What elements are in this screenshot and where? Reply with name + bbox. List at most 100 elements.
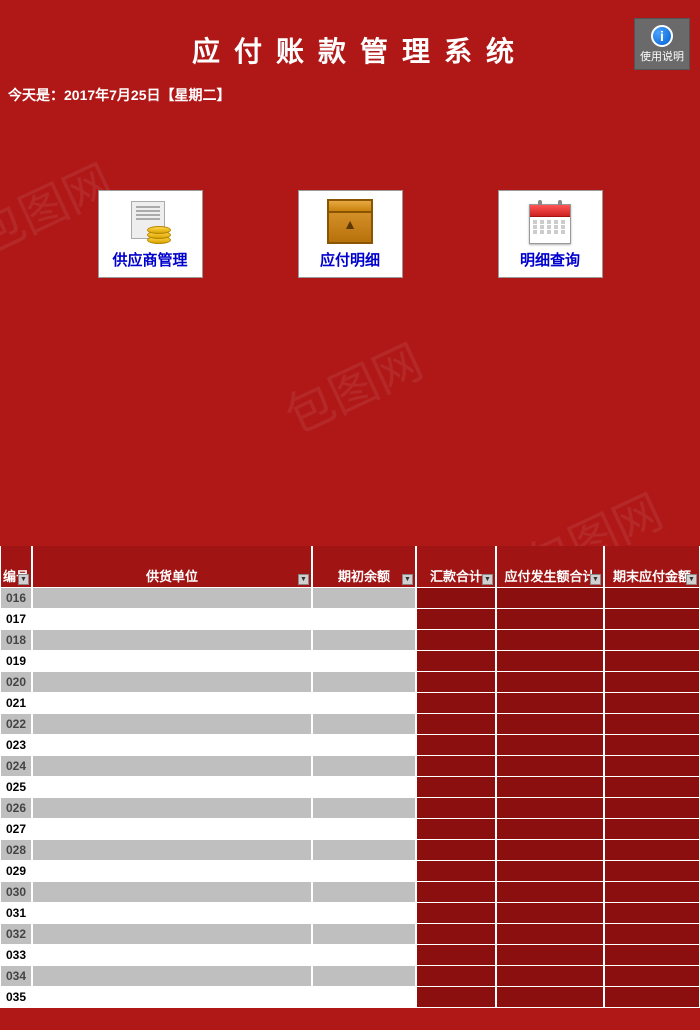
cell-ending: [604, 693, 700, 714]
table-row[interactable]: 021: [0, 693, 700, 714]
th-label: 期末应付金额: [613, 566, 691, 585]
th-opening-balance[interactable]: 期初余额 ▼: [312, 546, 416, 588]
cell-supplier: [32, 651, 312, 672]
cell-remittance: [416, 714, 496, 735]
cell-ending: [604, 882, 700, 903]
table-row[interactable]: 018: [0, 630, 700, 651]
cell-ending: [604, 609, 700, 630]
table-row[interactable]: 025: [0, 777, 700, 798]
table-row[interactable]: 033: [0, 945, 700, 966]
filter-dropdown-icon[interactable]: ▼: [686, 574, 697, 585]
page-title: 应付账款管理系统: [0, 30, 700, 70]
cell-opening: [312, 693, 416, 714]
date-line: 今天是：2017年7月25日【星期二】: [0, 70, 700, 105]
box-icon: [320, 199, 380, 249]
cell-ending: [604, 672, 700, 693]
th-supplier[interactable]: 供货单位 ▼: [32, 546, 312, 588]
cell-payable: [496, 861, 604, 882]
table-row[interactable]: 027: [0, 819, 700, 840]
filter-dropdown-icon[interactable]: ▼: [590, 574, 601, 585]
cell-payable: [496, 798, 604, 819]
help-button[interactable]: i 使用说明: [634, 18, 690, 70]
table-row[interactable]: 024: [0, 756, 700, 777]
th-payable-total[interactable]: 应付发生额合计 ▼: [496, 546, 604, 588]
cell-id: 032: [0, 924, 32, 945]
cell-ending: [604, 924, 700, 945]
cell-payable: [496, 945, 604, 966]
cell-remittance: [416, 672, 496, 693]
th-remittance[interactable]: 汇款合计 ▼: [416, 546, 496, 588]
cell-payable: [496, 903, 604, 924]
table-row[interactable]: 026: [0, 798, 700, 819]
cell-remittance: [416, 693, 496, 714]
filter-dropdown-icon[interactable]: ▼: [402, 574, 413, 585]
table-row[interactable]: 023: [0, 735, 700, 756]
cell-opening: [312, 840, 416, 861]
cell-opening: [312, 903, 416, 924]
cell-opening: [312, 945, 416, 966]
payable-detail-button[interactable]: 应付明细: [298, 190, 403, 278]
cell-ending: [604, 987, 700, 1008]
table-row[interactable]: 030: [0, 882, 700, 903]
cell-ending: [604, 651, 700, 672]
cell-id: 022: [0, 714, 32, 735]
cell-payable: [496, 987, 604, 1008]
cell-payable: [496, 966, 604, 987]
cell-supplier: [32, 756, 312, 777]
table-row[interactable]: 032: [0, 924, 700, 945]
cell-id: 020: [0, 672, 32, 693]
cell-id: 021: [0, 693, 32, 714]
cell-remittance: [416, 588, 496, 609]
cell-id: 026: [0, 798, 32, 819]
card-label: 明细查询: [520, 249, 580, 270]
watermark: 包图网: [272, 323, 432, 447]
cell-opening: [312, 756, 416, 777]
cell-remittance: [416, 735, 496, 756]
table-row[interactable]: 016: [0, 588, 700, 609]
table-row[interactable]: 034: [0, 966, 700, 987]
cell-opening: [312, 819, 416, 840]
query-detail-button[interactable]: 明细查询: [498, 190, 603, 278]
cell-supplier: [32, 903, 312, 924]
cell-remittance: [416, 756, 496, 777]
cell-ending: [604, 945, 700, 966]
cell-supplier: [32, 840, 312, 861]
th-ending-payable[interactable]: 期末应付金额 ▼: [604, 546, 700, 588]
cell-payable: [496, 840, 604, 861]
table-row[interactable]: 035: [0, 987, 700, 1008]
table-row[interactable]: 017: [0, 609, 700, 630]
filter-dropdown-icon[interactable]: ▼: [18, 574, 29, 585]
cell-id: 031: [0, 903, 32, 924]
table-row[interactable]: 019: [0, 651, 700, 672]
cell-payable: [496, 924, 604, 945]
table-row[interactable]: 029: [0, 861, 700, 882]
cell-remittance: [416, 798, 496, 819]
cell-payable: [496, 735, 604, 756]
info-icon: i: [651, 25, 673, 47]
table-row[interactable]: 020: [0, 672, 700, 693]
table-row[interactable]: 022: [0, 714, 700, 735]
document-coins-icon: [120, 199, 180, 249]
cell-opening: [312, 714, 416, 735]
cell-opening: [312, 966, 416, 987]
cell-opening: [312, 735, 416, 756]
filter-dropdown-icon[interactable]: ▼: [298, 574, 309, 585]
nav-cards-row: 供应商管理 应付明细 明细查询: [0, 105, 700, 278]
cell-id: 028: [0, 840, 32, 861]
cell-payable: [496, 693, 604, 714]
cell-payable: [496, 714, 604, 735]
cell-id: 034: [0, 966, 32, 987]
supplier-management-button[interactable]: 供应商管理: [98, 190, 203, 278]
filter-dropdown-icon[interactable]: ▼: [482, 574, 493, 585]
th-id[interactable]: 编号 ▼: [0, 546, 32, 588]
cell-id: 017: [0, 609, 32, 630]
table-row[interactable]: 031: [0, 903, 700, 924]
cell-payable: [496, 777, 604, 798]
table-row[interactable]: 028: [0, 840, 700, 861]
cell-opening: [312, 651, 416, 672]
cell-supplier: [32, 672, 312, 693]
cell-ending: [604, 777, 700, 798]
cell-opening: [312, 777, 416, 798]
cell-ending: [604, 588, 700, 609]
cell-remittance: [416, 609, 496, 630]
